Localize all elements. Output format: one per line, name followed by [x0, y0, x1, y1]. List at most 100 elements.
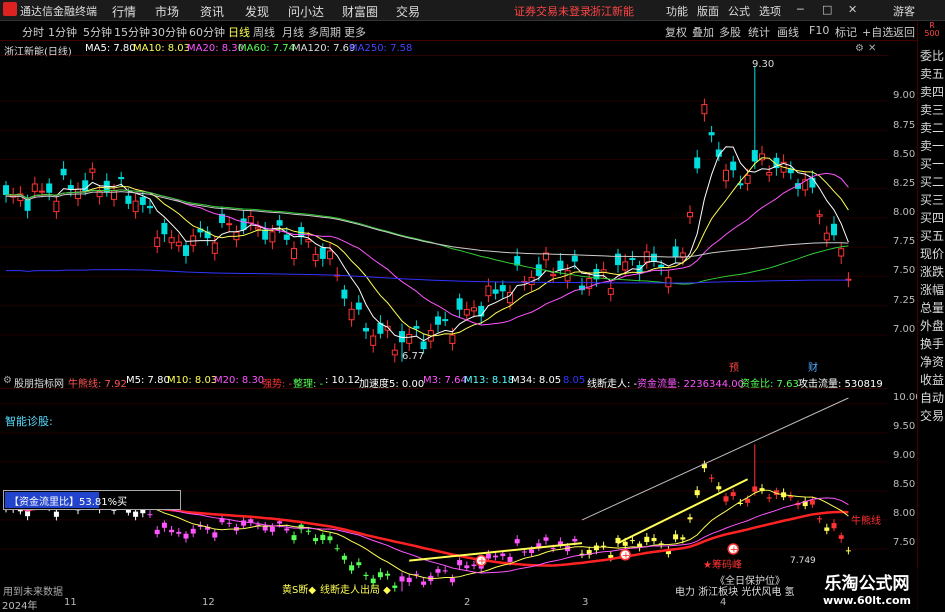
chart-close-icon[interactable]: ✕: [868, 43, 876, 54]
side-panel-item[interactable]: 外盘: [919, 317, 945, 334]
main-candle: [766, 171, 773, 176]
period-week[interactable]: 周线: [253, 24, 275, 40]
side-panel-item[interactable]: 换手: [919, 335, 945, 352]
sub-candle: [550, 547, 556, 549]
menu-layout[interactable]: 版面: [697, 3, 719, 19]
tool-f10[interactable]: F10: [809, 24, 829, 37]
main-candle: [471, 307, 477, 312]
side-panel-item[interactable]: 委比: [919, 47, 945, 64]
close-icon[interactable]: ✕: [848, 3, 857, 16]
main-candle: [291, 248, 297, 260]
side-panel-item[interactable]: 买二: [919, 173, 945, 190]
sub-candle: [694, 490, 700, 496]
main-candle: [499, 285, 506, 292]
period-15m[interactable]: 15分钟: [114, 24, 150, 40]
period-toolbar: 分时 1分钟 5分钟 15分钟 30分钟 60分钟 日线 周线 月线 多周期 更…: [0, 21, 945, 41]
main-candle: [24, 199, 31, 211]
tool-draw[interactable]: 画线: [777, 24, 799, 40]
main-candle: [147, 205, 153, 209]
login-notice[interactable]: 证券交易未登录: [514, 3, 591, 19]
notice-stock: 浙江新能: [590, 5, 634, 18]
sub-candle: [183, 533, 189, 539]
menu-formula[interactable]: 公式: [728, 3, 750, 19]
main-candle: [255, 226, 261, 230]
menu-market[interactable]: 市场: [155, 3, 179, 20]
side-panel-item[interactable]: 卖五: [919, 65, 945, 82]
candlestick-chart[interactable]: [0, 55, 890, 380]
main-candle: [370, 335, 377, 346]
side-panel-item[interactable]: 卖一: [919, 137, 945, 154]
tool-overlay[interactable]: 叠加: [692, 24, 714, 40]
tool-multi[interactable]: 多股: [719, 24, 741, 40]
side-panel-item[interactable]: 自动: [919, 389, 945, 406]
sub-candle: [147, 514, 153, 516]
side-panel-item[interactable]: 涨幅: [919, 281, 945, 298]
menu-options[interactable]: 选项: [759, 3, 781, 19]
period-60m[interactable]: 60分钟: [189, 24, 225, 40]
sub-candle: [377, 572, 383, 578]
sub-candle: [385, 573, 391, 576]
title-bar: 通达信金融终端 行情 市场 资讯 发现 问小达 财富圈 交易 证券交易未登录 浙…: [0, 0, 945, 21]
forecast-marker[interactable]: 预: [729, 359, 739, 374]
side-panel-item[interactable]: 卖三: [919, 101, 945, 118]
side-panel-item[interactable]: 净资: [919, 353, 945, 370]
finance-marker[interactable]: 财: [808, 359, 818, 374]
side-panel-item[interactable]: 涨跌: [919, 263, 945, 280]
menu-quotes[interactable]: 行情: [112, 3, 136, 20]
side-panel-item[interactable]: 卖二: [919, 119, 945, 136]
sub-candle: [334, 548, 340, 550]
period-5m[interactable]: 5分钟: [83, 24, 112, 40]
menu-discover[interactable]: 发现: [245, 3, 269, 20]
diagnosis-label: 智能诊股:: [5, 415, 53, 428]
period-multi[interactable]: 多周期: [308, 24, 341, 40]
period-day[interactable]: 日线: [228, 24, 250, 40]
sub-candle: [140, 509, 146, 514]
side-panel-item[interactable]: 买一: [919, 155, 945, 172]
sub-candle: [349, 565, 355, 571]
maximize-icon[interactable]: □: [822, 3, 832, 16]
tool-mark[interactable]: 标记: [835, 24, 857, 40]
menu-ask[interactable]: 问小达: [288, 3, 324, 20]
sub-candle: [356, 562, 362, 566]
menu-news[interactable]: 资讯: [200, 3, 224, 20]
side-panel-item[interactable]: 交易: [919, 407, 945, 424]
side-panel-item[interactable]: 买四: [919, 209, 945, 226]
tool-stats[interactable]: 统计: [748, 24, 770, 40]
menu-wealth[interactable]: 财富圈: [342, 3, 378, 20]
period-30m[interactable]: 30分钟: [151, 24, 187, 40]
tool-add-fav[interactable]: +自选: [862, 24, 893, 40]
menu-trade[interactable]: 交易: [396, 3, 420, 20]
main-candle: [816, 214, 823, 217]
sub-candle: [723, 496, 729, 502]
main-candle: [327, 250, 333, 260]
period-1m[interactable]: 1分钟: [48, 24, 77, 40]
yellow-s-label: 黄S断◆: [282, 585, 317, 596]
main-candle: [463, 309, 470, 316]
sub-candle: [622, 541, 628, 546]
main-candle: [694, 157, 701, 169]
tool-back[interactable]: 返回: [893, 24, 915, 40]
side-panel-item[interactable]: 买五: [919, 227, 945, 244]
main-candle: [341, 289, 348, 299]
side-panel-item[interactable]: 现价: [919, 245, 945, 262]
sub-candle: [593, 545, 599, 551]
side-panel-item[interactable]: 总量: [919, 299, 945, 316]
side-scroll-icon[interactable]: R 500: [921, 22, 943, 38]
side-panel-item[interactable]: 卖四: [919, 83, 945, 100]
axis-label: 7.50: [893, 537, 916, 548]
minimize-icon[interactable]: ─: [797, 3, 804, 16]
period-tick[interactable]: 分时: [22, 24, 44, 40]
user-label[interactable]: 游客: [893, 3, 915, 19]
main-candle: [53, 200, 60, 213]
main-candle: [31, 183, 38, 192]
period-month[interactable]: 月线: [282, 24, 304, 40]
sub-candle: [449, 578, 455, 583]
app-title: 通达信金融终端: [20, 5, 97, 18]
chart-settings-icon[interactable]: ⚙: [855, 43, 864, 54]
indicator-settings-icon[interactable]: ⚙: [3, 375, 12, 386]
side-panel-item[interactable]: 买三: [919, 191, 945, 208]
menu-function[interactable]: 功能: [666, 3, 688, 19]
tool-restore[interactable]: 复权: [665, 24, 687, 40]
period-more[interactable]: 更多: [344, 24, 366, 40]
side-panel-item[interactable]: 收益: [919, 371, 945, 388]
